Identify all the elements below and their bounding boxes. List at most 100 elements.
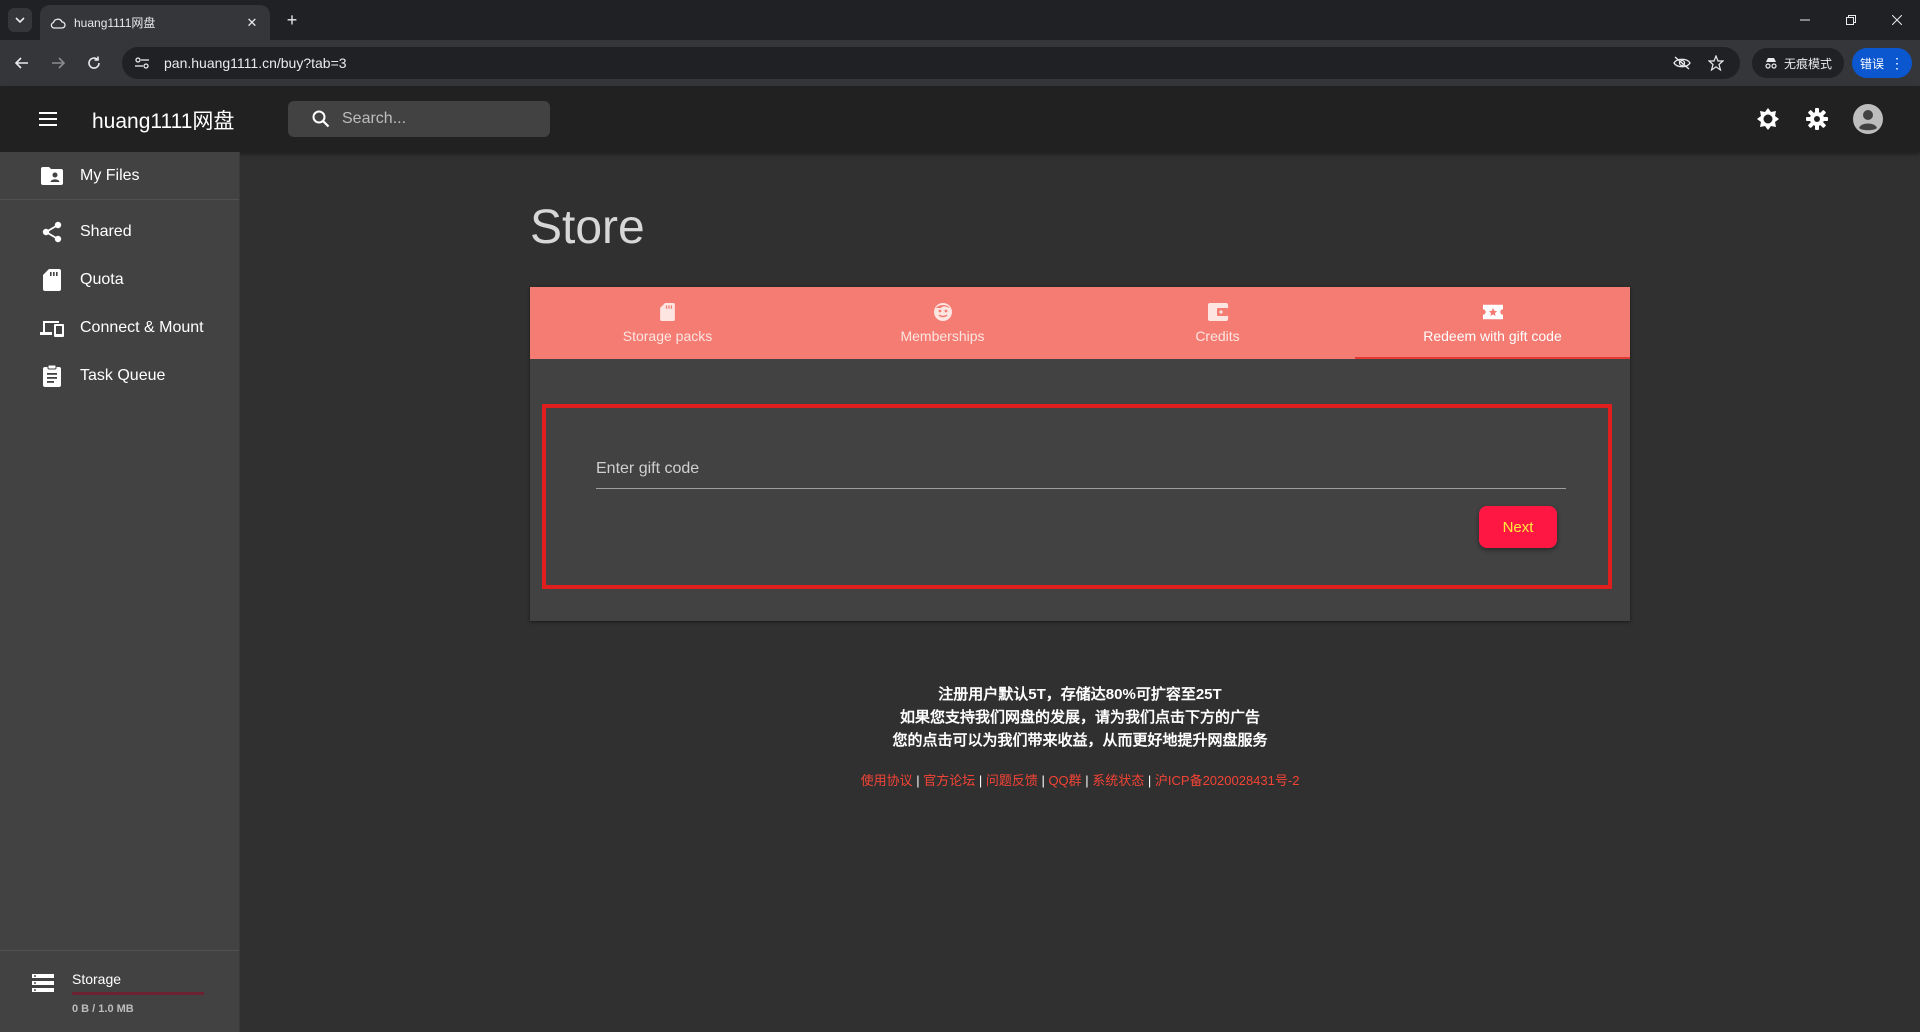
footer-link-terms[interactable]: 使用协议 [861, 773, 913, 788]
notice-line-1: 注册用户默认5T，存储达80%可扩容至25T [938, 686, 1222, 703]
tab-label: Redeem with gift code [1423, 328, 1562, 344]
footer-links: 使用协议 | 官方论坛 | 问题反馈 | QQ群 | 系统状态 | 沪ICP备2… [530, 770, 1630, 789]
ticket-icon [1482, 302, 1503, 322]
incognito-badge[interactable]: 无痕模式 [1752, 48, 1844, 78]
store-tabs: Storage packs Memberships Credits Redeem… [530, 287, 1630, 359]
sidebar-divider [0, 199, 239, 200]
footer-link-forum[interactable]: 官方论坛 [923, 773, 975, 788]
share-icon [40, 220, 64, 244]
minimize-icon [1800, 19, 1810, 21]
tab-credits[interactable]: Credits [1080, 287, 1355, 359]
sidebar-item-task-queue[interactable]: Task Queue [0, 352, 239, 400]
sidebar-item-my-files[interactable]: My Files [0, 152, 239, 200]
url-text: pan.huang1111.cn/buy?tab=3 [164, 55, 347, 71]
back-button[interactable] [8, 49, 36, 77]
search-input[interactable]: Search... [288, 101, 550, 137]
sidebar-item-label: Connect & Mount [80, 319, 204, 336]
sidebar-item-quota[interactable]: Quota [0, 256, 239, 304]
error-button[interactable]: 错误 ⋮ [1852, 48, 1912, 78]
app-bar: huang1111网盘 Search... [0, 86, 1920, 152]
cloud-icon [50, 15, 66, 31]
notice-line-2: 如果您支持我们网盘的发展，请为我们点击下方的广告 [899, 709, 1260, 726]
incognito-label: 无痕模式 [1783, 56, 1832, 71]
arrow-left-icon [14, 57, 28, 69]
storage-progress-bar [72, 992, 204, 995]
theme-toggle-button[interactable] [1753, 104, 1783, 134]
footer-separator: | [1081, 773, 1093, 788]
app-title[interactable]: huang1111网盘 [92, 105, 234, 135]
tab-label: Storage packs [622, 328, 713, 344]
footer-separator: | [1037, 773, 1049, 788]
browser-tabstrip: huang1111网盘 ✕ + [0, 0, 1920, 40]
tab-memberships[interactable]: Memberships [805, 287, 1080, 359]
arrow-right-icon [52, 57, 66, 69]
footer-separator: | [975, 773, 986, 788]
search-placeholder: Search... [342, 110, 407, 127]
wallet-icon [1207, 302, 1228, 322]
sidebar-item-label: Quota [80, 271, 124, 288]
forward-button[interactable] [44, 49, 72, 77]
devices-icon [40, 316, 64, 340]
incognito-icon [1765, 58, 1777, 69]
sidebar-item-connect-mount[interactable]: Connect & Mount [0, 304, 239, 352]
chevron-down-icon [15, 17, 25, 24]
tab-label: Credits [1195, 328, 1240, 344]
storage-value: 0 B / 1.0 MB [72, 1003, 134, 1015]
tab-storage-packs[interactable]: Storage packs [530, 287, 805, 359]
clipboard-icon [40, 364, 64, 388]
gift-code-field[interactable] [596, 449, 1566, 489]
sidebar-item-label: Task Queue [80, 367, 166, 384]
footer-separator: | [1144, 773, 1155, 788]
next-button[interactable]: Next [1479, 506, 1557, 548]
folder-account-icon [40, 164, 64, 188]
gift-code-highlight-box [542, 404, 1612, 589]
tab-title: huang1111网盘 [74, 16, 156, 30]
gear-icon [1806, 108, 1828, 130]
footer-separator: | [912, 773, 924, 788]
page-title: Store [530, 201, 645, 254]
close-tab-icon[interactable]: ✕ [244, 15, 260, 31]
error-label: 错误 [1859, 56, 1884, 71]
sd-card-icon [40, 268, 64, 292]
footer-link-icp[interactable]: 沪ICP备2020028431号-2 [1155, 773, 1300, 788]
footer-link-status[interactable]: 系统状态 [1092, 773, 1144, 788]
close-window-button[interactable] [1874, 0, 1920, 40]
tab-list-button[interactable] [8, 8, 32, 32]
gift-code-input[interactable] [596, 459, 1566, 478]
browser-toolbar: pan.huang1111.cn/buy?tab=3 无痕模式 错误 ⋮ [0, 40, 1920, 86]
storage-label: Storage [72, 971, 122, 987]
browser-tab[interactable]: huang1111网盘 ✕ [40, 5, 270, 40]
sd-card-icon [658, 302, 678, 322]
new-tab-button[interactable]: + [280, 8, 304, 32]
address-bar[interactable]: pan.huang1111.cn/buy?tab=3 [122, 47, 1740, 79]
face-icon [933, 302, 953, 322]
more-vert-icon: ⋮ [1890, 54, 1904, 71]
storage-icon [32, 973, 56, 997]
footer-link-feedback[interactable]: 问题反馈 [986, 773, 1038, 788]
settings-button[interactable] [1802, 104, 1832, 134]
reload-icon [88, 56, 100, 69]
close-icon [1892, 15, 1902, 25]
restore-button[interactable] [1828, 0, 1874, 40]
restore-icon [1846, 15, 1856, 25]
notice-text: 注册用户默认5T，存储达80%可扩容至25T 如果您支持我们网盘的发展，请为我们… [530, 683, 1630, 752]
tab-redeem-gift-code[interactable]: Redeem with gift code [1355, 287, 1630, 359]
account-circle-icon [1853, 104, 1883, 134]
store-card: Storage packs Memberships Credits Redeem… [530, 287, 1630, 621]
bookmark-star-icon[interactable] [1704, 51, 1728, 75]
footer-link-qq-group[interactable]: QQ群 [1048, 773, 1081, 788]
sidebar-item-label: My Files [80, 167, 140, 184]
search-icon [312, 109, 332, 129]
sidebar: My Files Shared Quota Connect & Mount Ta… [0, 152, 240, 1032]
minimize-button[interactable] [1782, 0, 1828, 40]
menu-icon[interactable] [34, 105, 62, 133]
sidebar-item-label: Shared [80, 223, 132, 240]
brightness-icon [1757, 108, 1779, 130]
reload-button[interactable] [80, 49, 108, 77]
site-info-icon[interactable] [134, 56, 154, 70]
account-button[interactable] [1853, 104, 1883, 134]
sidebar-item-shared[interactable]: Shared [0, 208, 239, 256]
notice-line-3: 您的点击可以为我们带来收益，从而更好地提升网盘服务 [892, 732, 1268, 749]
eye-off-icon[interactable] [1670, 51, 1694, 75]
storage-summary[interactable]: Storage 0 B / 1.0 MB [0, 950, 239, 1032]
